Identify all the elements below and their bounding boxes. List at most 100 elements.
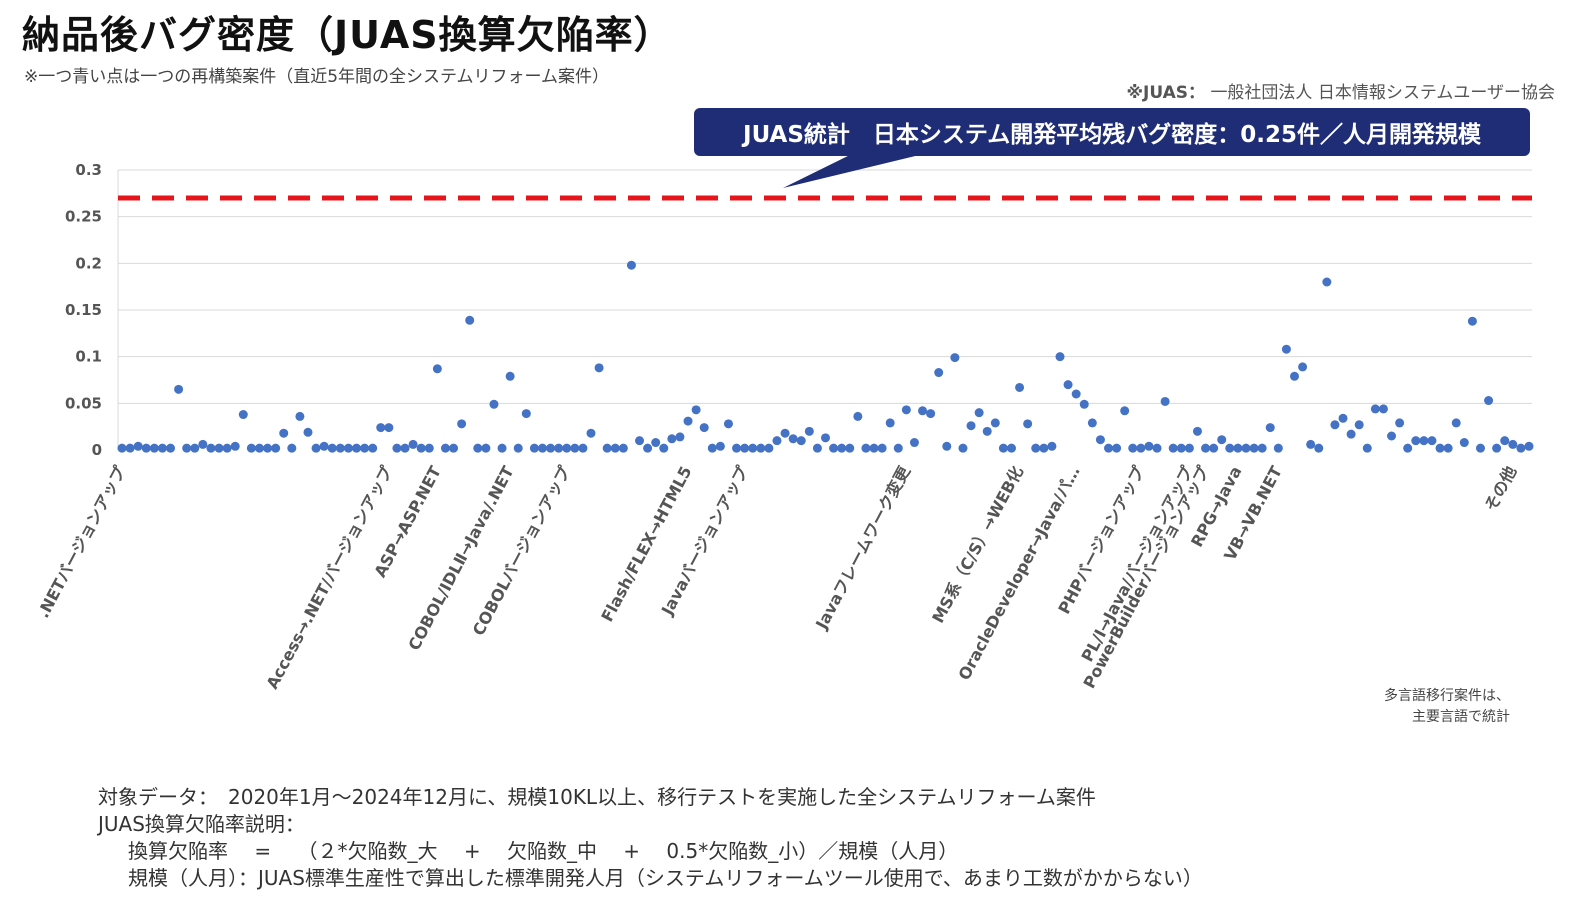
- data-point: [206, 443, 216, 453]
- data-point: [732, 443, 742, 453]
- data-point: [521, 409, 531, 419]
- reference-callout: JUAS統計 日本システム開発平均残バグ密度：0.25件／人月開発規模: [694, 108, 1530, 156]
- data-point: [1144, 441, 1154, 451]
- data-point: [626, 260, 636, 270]
- data-point: [133, 441, 143, 451]
- data-point: [432, 364, 442, 374]
- data-point: [1346, 429, 1356, 439]
- data-point: [837, 443, 847, 453]
- data-point: [473, 443, 483, 453]
- data-point: [368, 443, 378, 453]
- data-point: [360, 443, 370, 453]
- data-point: [489, 399, 499, 409]
- data-point: [166, 443, 176, 453]
- data-point: [1451, 418, 1461, 428]
- data-point: [554, 443, 564, 453]
- data-point: [546, 443, 556, 453]
- data-point: [1314, 443, 1324, 453]
- data-point: [982, 426, 992, 436]
- data-point: [1023, 419, 1033, 429]
- data-point: [384, 423, 394, 433]
- data-point: [1006, 443, 1016, 453]
- data-point: [1298, 362, 1308, 372]
- data-point: [222, 443, 232, 453]
- data-point: [780, 428, 790, 438]
- data-point: [618, 443, 628, 453]
- data-point: [1475, 443, 1485, 453]
- y-tick-label: 0: [92, 441, 102, 459]
- data-point: [335, 443, 345, 453]
- data-point: [562, 443, 572, 453]
- data-point: [416, 443, 426, 453]
- data-point: [198, 439, 208, 449]
- data-point: [966, 421, 976, 431]
- data-point: [1419, 436, 1429, 446]
- y-tick-label: 0.3: [75, 161, 102, 179]
- data-point: [457, 419, 467, 429]
- data-point: [1378, 404, 1388, 414]
- data-point: [1241, 443, 1251, 453]
- footer-formula: 換算欠陥率 = （２*欠陥数_大 + 欠陥数_中 + 0.5*欠陥数_小）／規模…: [128, 839, 959, 863]
- data-point: [610, 443, 620, 453]
- data-point: [352, 443, 361, 453]
- data-point: [440, 443, 450, 453]
- data-point: [319, 441, 329, 451]
- data-point: [1249, 443, 1259, 453]
- grid-lines: [117, 169, 1532, 450]
- data-point: [287, 443, 297, 453]
- data-point: [376, 423, 386, 433]
- data-point: [1225, 443, 1235, 453]
- data-point: [1257, 443, 1267, 453]
- data-point: [1063, 380, 1073, 390]
- x-category-label: Javaフレームワーク変更: [811, 462, 914, 633]
- data-point: [1209, 443, 1219, 453]
- data-point: [788, 434, 798, 444]
- data-point: [1104, 443, 1114, 453]
- data-point: [594, 363, 604, 373]
- side-note-line2: 主要言語で統計: [1412, 709, 1510, 725]
- y-tick-label: 0.2: [75, 254, 102, 272]
- data-point: [756, 443, 766, 453]
- data-point: [861, 443, 871, 453]
- data-point: [926, 409, 936, 419]
- data-point: [918, 406, 928, 416]
- data-point: [311, 443, 321, 453]
- data-point: [238, 410, 248, 420]
- data-point: [246, 443, 256, 453]
- data-point: [1443, 443, 1453, 453]
- data-point: [1192, 426, 1202, 436]
- data-point: [1290, 371, 1299, 381]
- data-point: [1039, 443, 1049, 453]
- data-point: [449, 443, 459, 453]
- data-point: [1524, 441, 1534, 451]
- data-point: [1031, 443, 1041, 453]
- data-point: [893, 443, 903, 453]
- data-point: [1362, 443, 1372, 453]
- data-point: [1095, 435, 1105, 445]
- data-point: [1168, 443, 1178, 453]
- data-point: [141, 443, 151, 453]
- data-point: [408, 439, 418, 449]
- data-point: [400, 443, 410, 453]
- x-category-label: PowerBuilderバージョンアップ: [1080, 462, 1214, 691]
- data-point: [934, 368, 944, 378]
- data-point: [1176, 443, 1186, 453]
- data-point: [1273, 443, 1283, 453]
- data-point: [1435, 443, 1445, 453]
- data-point: [182, 443, 192, 453]
- y-tick-label: 0.1: [75, 348, 102, 366]
- data-point: [1354, 420, 1364, 430]
- data-point: [829, 443, 839, 453]
- data-point: [1233, 443, 1243, 453]
- data-point: [1152, 443, 1162, 453]
- data-point: [1467, 316, 1477, 326]
- data-point: [1306, 439, 1316, 449]
- data-point: [651, 438, 661, 448]
- side-note-line1: 多言語移行案件は、: [1384, 688, 1510, 704]
- data-point: [149, 443, 159, 453]
- y-tick-label: 0.25: [65, 208, 102, 226]
- data-point: [667, 434, 677, 444]
- data-point: [1500, 436, 1510, 446]
- data-point: [230, 441, 240, 451]
- data-point: [529, 443, 539, 453]
